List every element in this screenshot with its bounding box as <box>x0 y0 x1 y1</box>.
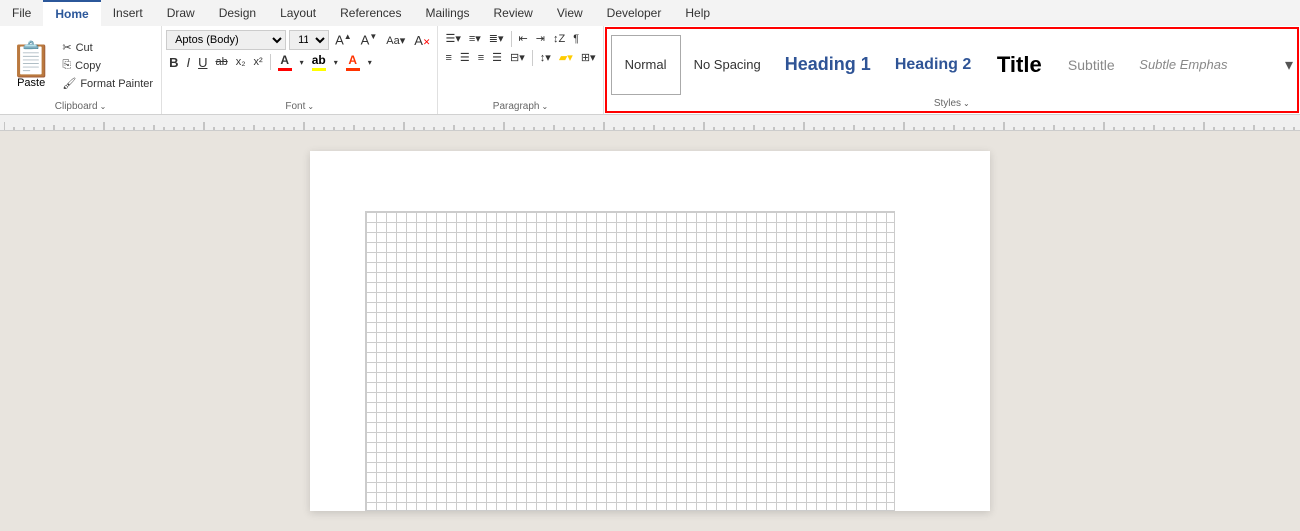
ruler-svg: // ticks rendered via JS below <box>4 116 1296 130</box>
paste-label: Paste <box>17 77 45 89</box>
styles-group-label: Styles <box>934 98 961 109</box>
multilevel-list-btn[interactable]: ≣▾ <box>486 30 507 47</box>
tab-layout[interactable]: Layout <box>268 0 328 26</box>
copy-button[interactable]: ⎘ Copy <box>58 57 157 74</box>
style-normal[interactable]: Normal <box>611 35 681 95</box>
line-spacing-btn[interactable]: ↕▾ <box>537 49 554 66</box>
tab-developer[interactable]: Developer <box>595 0 674 26</box>
cut-button[interactable]: ✂ Cut <box>58 39 157 56</box>
align-justify-btn[interactable]: ☰ <box>489 49 505 66</box>
highlight-dropdown[interactable]: ▾ <box>331 56 341 69</box>
subscript-button[interactable]: x₂ <box>233 54 249 70</box>
bold-button[interactable]: B <box>166 53 181 72</box>
ruler: // ticks rendered via JS below <box>0 115 1300 131</box>
style-subtitle[interactable]: Subtitle <box>1056 35 1126 95</box>
align-right-btn[interactable]: ≡ <box>475 50 487 66</box>
font-color-button[interactable]: A <box>343 52 363 72</box>
tab-insert[interactable]: Insert <box>101 0 155 26</box>
document-area[interactable] <box>0 131 1300 531</box>
text-color-dropdown[interactable]: ▾ <box>297 56 307 69</box>
clear-formatting-btn[interactable]: A✕ <box>411 31 433 50</box>
sort-btn[interactable]: ↕Z <box>550 31 568 47</box>
paragraph-group-label: Paragraph <box>493 101 540 112</box>
cut-icon: ✂ <box>62 41 71 54</box>
underline-button[interactable]: U <box>195 53 210 72</box>
format-painter-button[interactable]: 🖌 Format Painter <box>58 75 157 92</box>
tab-design[interactable]: Design <box>207 0 268 26</box>
font-size-selector[interactable]: 11 <box>289 30 329 50</box>
borders-btn[interactable]: ⊞▾ <box>578 49 599 66</box>
shading-btn[interactable]: ▰▾ <box>556 49 576 66</box>
paste-icon: 📋 <box>10 43 52 77</box>
style-subtle-emphasis[interactable]: Subtle Emphas <box>1128 35 1238 95</box>
style-no-spacing[interactable]: No Spacing <box>683 35 772 95</box>
copy-icon: ⎘ <box>62 59 71 72</box>
document-page <box>310 151 990 511</box>
format-painter-icon: 🖌 <box>62 77 76 90</box>
styles-expand-btn[interactable]: ▾ <box>1285 55 1293 75</box>
tab-view[interactable]: View <box>545 0 595 26</box>
increase-font-btn[interactable]: A▲ <box>332 30 355 49</box>
paragraph-group: ☰▾ ≡▾ ≣▾ ⇤ ⇥ ↕Z ¶ ≡ ☰ ≡ ☰ ⊟▾ ↕▾ <box>438 26 603 114</box>
bullet-list-btn[interactable]: ☰▾ <box>442 30 463 47</box>
style-heading2[interactable]: Heading 2 <box>884 35 982 95</box>
tab-references[interactable]: References <box>328 0 413 26</box>
align-center-btn[interactable]: ☰ <box>457 49 473 66</box>
change-case-btn[interactable]: Aa▾ <box>383 32 408 49</box>
font-group-label: Font <box>285 101 305 112</box>
tab-draw[interactable]: Draw <box>155 0 207 26</box>
italic-button[interactable]: I <box>183 53 193 72</box>
clipboard-expand-icon[interactable]: ⌄ <box>100 102 107 111</box>
highlight-color-button[interactable]: ab <box>309 52 329 72</box>
tab-help[interactable]: Help <box>673 0 722 26</box>
styles-group: Normal No Spacing Heading 1 Heading 2 Ti… <box>605 27 1299 113</box>
tab-file[interactable]: File <box>0 0 43 26</box>
decrease-font-btn[interactable]: A▼ <box>358 30 381 49</box>
superscript-button[interactable]: x² <box>251 54 266 70</box>
tab-home[interactable]: Home <box>43 0 100 26</box>
clipboard-group-label: Clipboard <box>55 101 98 112</box>
columns-btn[interactable]: ⊟▾ <box>507 49 528 66</box>
style-heading1[interactable]: Heading 1 <box>774 35 882 95</box>
tab-mailings[interactable]: Mailings <box>413 0 481 26</box>
font-name-selector[interactable]: Aptos (Body) <box>166 30 286 50</box>
clipboard-group: 📋 Paste ✂ Cut ⎘ Copy <box>0 26 162 114</box>
styles-expand-icon[interactable]: ⌄ <box>963 99 970 108</box>
align-left-btn[interactable]: ≡ <box>442 50 454 66</box>
style-title[interactable]: Title <box>984 35 1054 95</box>
font-color-dropdown[interactable]: ▾ <box>365 56 375 69</box>
tab-review[interactable]: Review <box>482 0 545 26</box>
strikethrough-button[interactable]: ab <box>212 54 230 70</box>
text-color-button[interactable]: A <box>275 52 295 72</box>
paste-button[interactable]: 📋 Paste <box>4 41 58 91</box>
font-group: Aptos (Body) 11 A▲ A▼ Aa▾ A✕ B I U ab <box>162 26 438 114</box>
paragraph-expand-icon[interactable]: ⌄ <box>542 102 549 111</box>
show-formatting-btn[interactable]: ¶ <box>570 31 582 47</box>
document-grid <box>365 211 895 511</box>
decrease-indent-btn[interactable]: ⇤ <box>516 30 531 47</box>
increase-indent-btn[interactable]: ⇥ <box>533 30 548 47</box>
font-expand-icon[interactable]: ⌄ <box>307 102 314 111</box>
numbered-list-btn[interactable]: ≡▾ <box>466 30 484 47</box>
